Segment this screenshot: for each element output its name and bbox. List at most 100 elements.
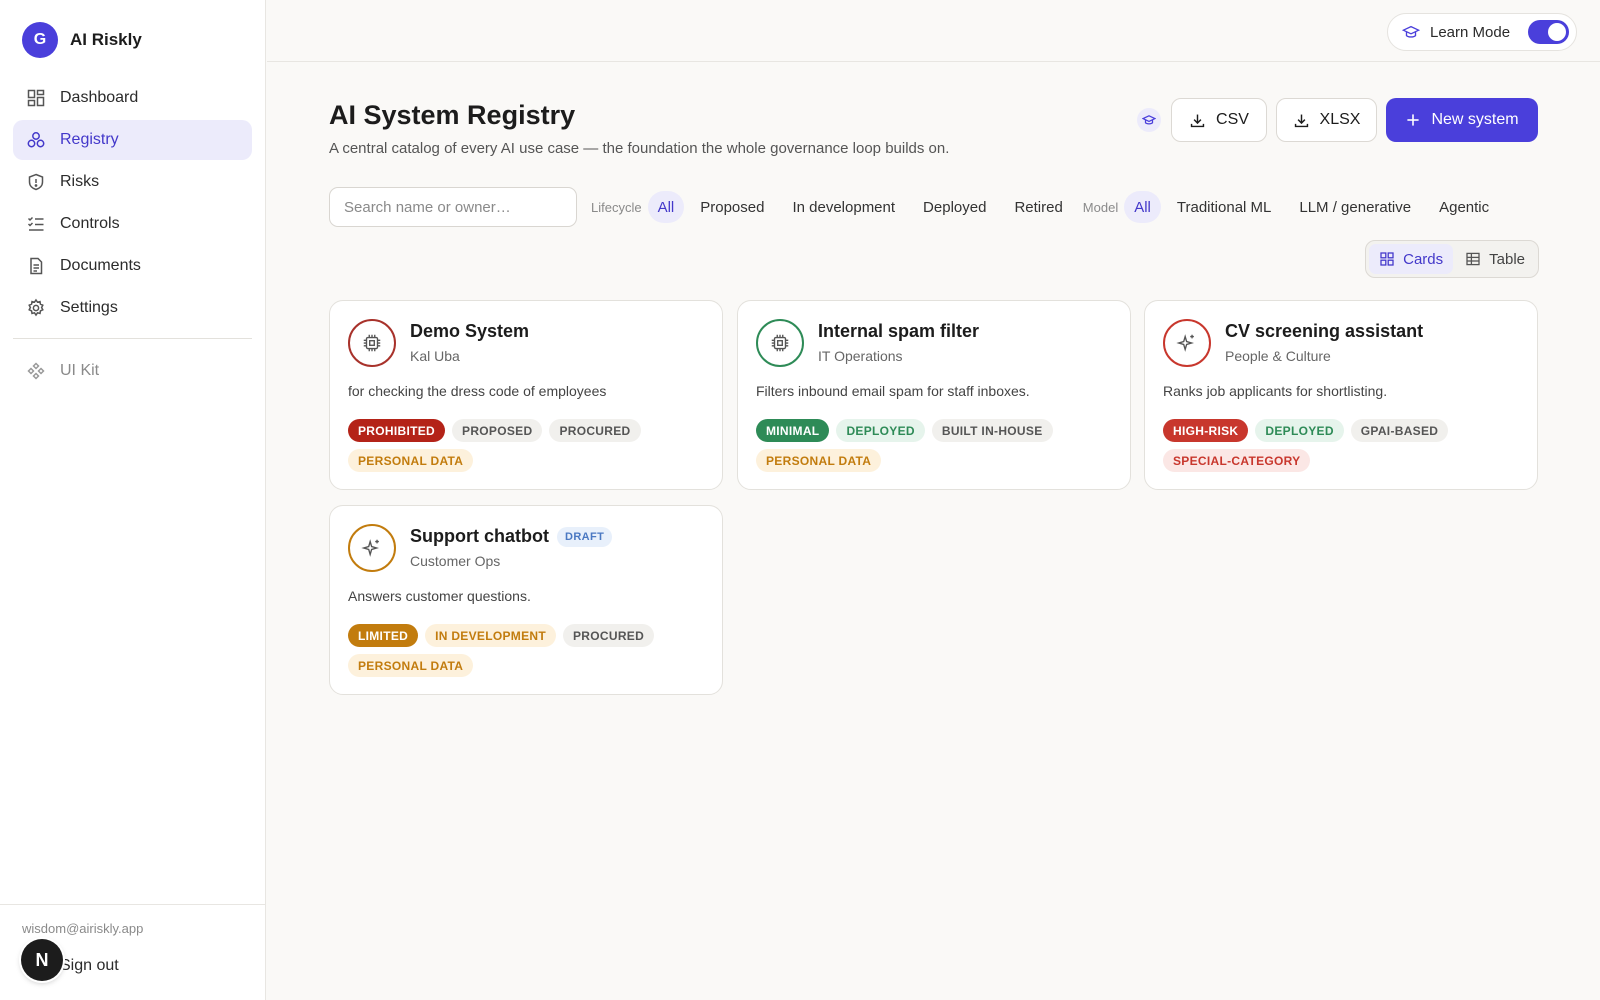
risk-badge: HIGH-RISK [1163, 419, 1249, 442]
system-owner: Kal Uba [410, 348, 460, 364]
system-name: Demo System [410, 321, 530, 341]
sidebar-footer: wisdom@airiskly.app Sign out N [0, 904, 265, 1000]
view-cards-label: Cards [1403, 250, 1444, 268]
new-system-button[interactable]: New system [1386, 98, 1538, 142]
sidebar-item-controls[interactable]: Controls [13, 204, 252, 244]
filter-bar: Lifecycle All Proposed In development De… [591, 191, 1505, 223]
data-badge: PERSONAL DATA [348, 654, 474, 677]
download-icon [1190, 114, 1205, 127]
view-table-label: Table [1489, 250, 1525, 268]
system-tags: LIMITED IN DEVELOPMENT PROCURED PERSONAL… [348, 624, 708, 677]
brand-avatar: G [22, 22, 58, 58]
sidebar-item-settings[interactable]: Settings [13, 288, 252, 328]
system-tags: PROHIBITED PROPOSED PROCURED PERSONAL DA… [348, 419, 708, 472]
model-filter-label: Model [1082, 199, 1119, 215]
lifecycle-badge: DEPLOYED [1255, 419, 1344, 442]
model-chip-traditional-ml[interactable]: Traditional ML [1165, 191, 1283, 223]
checklist-icon [27, 216, 44, 231]
sourcing-badge: PROCURED [549, 419, 641, 442]
system-tags: HIGH-RISK DEPLOYED GPAI-BASED SPECIAL-CA… [1163, 419, 1523, 472]
sidebar-item-risks[interactable]: Risks [13, 162, 252, 202]
model-badge: GPAI-BASED [1350, 419, 1449, 442]
grid-icon [1380, 252, 1394, 266]
system-name: Support chatbot DRAFT [410, 526, 613, 547]
system-owner: IT Operations [818, 348, 903, 364]
learn-mode-label: Learn Mode [1430, 23, 1511, 41]
new-system-label: New system [1431, 111, 1519, 128]
sidebar-item-label: Settings [60, 299, 118, 316]
system-description: Ranks job applicants for shortlisting. [1163, 383, 1388, 399]
dev-tools-badge[interactable]: N [21, 939, 63, 981]
view-table-button[interactable]: Table [1455, 244, 1535, 274]
user-email: wisdom@airiskly.app [22, 921, 144, 936]
lifecycle-filter-label: Lifecycle [591, 199, 642, 215]
model-chip-llm-generative[interactable]: LLM / generative [1287, 191, 1423, 223]
model-chip-agentic[interactable]: Agentic [1427, 191, 1501, 223]
system-description: Answers customer questions. [348, 588, 531, 604]
system-card-demo-system[interactable]: Demo System Kal Uba for checking the dre… [329, 300, 723, 490]
system-owner: Customer Ops [410, 553, 501, 569]
view-toggle: Cards Table [1365, 240, 1539, 278]
sign-out-button[interactable]: Sign out [60, 957, 119, 975]
page-title: AI System Registry [329, 100, 576, 130]
brand[interactable]: G AI Riskly [22, 22, 142, 58]
learn-mode-switch[interactable] [1528, 20, 1570, 44]
system-name: CV screening assistant [1225, 321, 1424, 341]
sidebar: G AI Riskly Dashboard Registry Risks Con… [0, 0, 266, 1000]
export-xlsx-label: XLSX [1319, 111, 1361, 128]
sidebar-nav: Dashboard Registry Risks Controls Docume… [13, 78, 252, 393]
chip-icon [756, 319, 804, 367]
data-badge: PERSONAL DATA [348, 449, 474, 472]
sidebar-item-registry[interactable]: Registry [13, 120, 252, 160]
system-card-cv-screening-assistant[interactable]: CV screening assistant People & Culture … [1144, 300, 1538, 490]
sparkle-icon [1163, 319, 1211, 367]
system-name: Internal spam filter [818, 321, 980, 341]
learn-hint-icon[interactable] [1137, 108, 1161, 132]
plus-icon [1407, 114, 1420, 126]
sourcing-badge: BUILT IN-HOUSE [931, 419, 1053, 442]
dashboard-icon [27, 89, 45, 107]
nav-divider [13, 338, 252, 339]
risk-badge: LIMITED [348, 624, 419, 647]
lifecycle-badge: DEPLOYED [836, 419, 925, 442]
lifecycle-chip-retired[interactable]: Retired [1002, 191, 1074, 223]
sidebar-item-ui-kit[interactable]: UI Kit [13, 351, 252, 391]
export-xlsx-button[interactable]: XLSX [1276, 98, 1377, 142]
export-csv-button[interactable]: CSV [1171, 98, 1267, 142]
component-icon [27, 362, 45, 380]
risk-badge: MINIMAL [756, 419, 830, 442]
system-card-internal-spam-filter[interactable]: Internal spam filter IT Operations Filte… [737, 300, 1131, 490]
sidebar-item-label: Documents [60, 257, 141, 274]
system-owner: People & Culture [1225, 348, 1331, 364]
model-chip-all[interactable]: All [1124, 191, 1161, 223]
sidebar-item-dashboard[interactable]: Dashboard [13, 78, 252, 118]
export-csv-label: CSV [1216, 111, 1249, 128]
lifecycle-chip-deployed[interactable]: Deployed [911, 191, 998, 223]
sidebar-item-documents[interactable]: Documents [13, 246, 252, 286]
risk-badge: PROHIBITED [348, 419, 446, 442]
draft-badge: DRAFT [556, 526, 613, 547]
system-card-support-chatbot[interactable]: Support chatbot DRAFT Customer Ops Answe… [329, 505, 723, 695]
lifecycle-chip-in-development[interactable]: In development [780, 191, 907, 223]
system-description: Filters inbound email spam for staff inb… [756, 383, 1030, 399]
shield-icon [28, 173, 44, 191]
sidebar-item-label: Dashboard [60, 89, 139, 106]
sparkle-icon [348, 524, 396, 572]
search-input[interactable] [329, 187, 577, 227]
sidebar-item-label: UI Kit [60, 362, 100, 379]
view-cards-button[interactable]: Cards [1369, 244, 1454, 274]
lifecycle-chip-all[interactable]: All [647, 191, 685, 223]
registry-icon [27, 132, 45, 148]
system-tags: MINIMAL DEPLOYED BUILT IN-HOUSE PERSONAL… [756, 419, 1116, 472]
table-icon [1466, 252, 1480, 266]
system-description: for checking the dress code of employees [348, 383, 607, 399]
lifecycle-chip-proposed[interactable]: Proposed [688, 191, 776, 223]
sidebar-item-label: Risks [60, 173, 100, 190]
graduation-cap-icon [1402, 25, 1420, 38]
document-icon [30, 257, 43, 275]
topbar: Learn Mode [267, 0, 1600, 62]
download-icon [1294, 114, 1308, 127]
lifecycle-badge: IN DEVELOPMENT [425, 624, 556, 647]
gear-icon [28, 298, 44, 317]
learn-mode-toggle[interactable]: Learn Mode [1387, 13, 1577, 51]
